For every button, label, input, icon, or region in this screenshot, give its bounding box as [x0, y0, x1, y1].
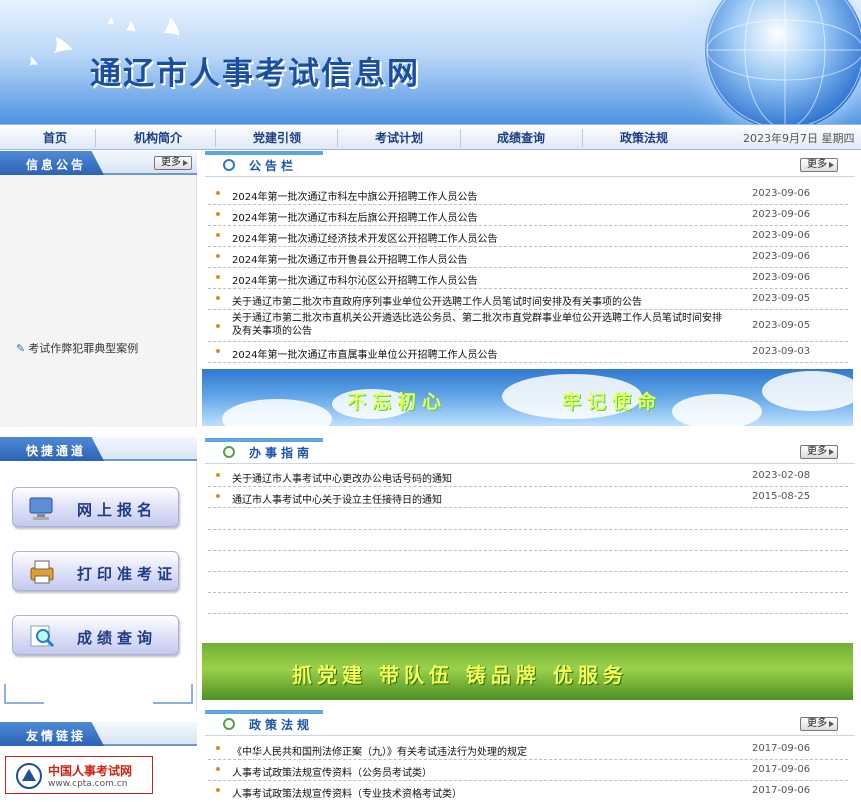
nav-separator [582, 129, 583, 147]
bulletin-row[interactable]: 2024年第一批次通辽经济技术开发区公开招聘工作人员公告 2023-09-06 [208, 226, 848, 247]
notice-header: 信息公告 更多 [0, 151, 197, 175]
notice-panel [0, 175, 197, 427]
nav-separator [337, 129, 338, 147]
guide-row[interactable]: 通辽市人事考试中心关于设立主任接待日的通知 2015-08-25 [208, 487, 848, 508]
pencil-icon: ✎ [16, 342, 26, 355]
empty-row [208, 550, 848, 551]
policy-title: 政策法规 [249, 718, 314, 732]
slogan-left: 不忘初心 [347, 391, 448, 413]
decor-corner [4, 684, 44, 704]
empty-row [208, 592, 848, 593]
bulletin-row[interactable]: 关于通辽市第二批次市直政府序列事业单位公开选聘工作人员笔试时间安排及有关事项的公… [208, 289, 848, 310]
bulletin-row[interactable]: 2024年第一批次通辽市科左中旗公开招聘工作人员公告 2023-09-06 [208, 184, 848, 205]
current-date: 2023年9月7日 星期四 [743, 132, 855, 145]
circle-icon [223, 446, 235, 458]
bulletin-row[interactable]: 2024年第一批次通辽市科左后旗公开招聘工作人员公告 2023-09-06 [208, 205, 848, 226]
decor-corner [153, 684, 193, 704]
links-header: 友情链接 [0, 722, 197, 746]
guide-row[interactable]: 关于通辽市人事考试中心更改办公电话号码的通知 2023-02-08 [208, 466, 848, 487]
circle-icon [223, 718, 235, 730]
nav-item-score-query[interactable]: 成绩查询 [497, 129, 545, 146]
cpta-link[interactable]: 中国人事考试网 www.cpta.com.cn [5, 756, 153, 794]
empty-row [208, 613, 848, 614]
policy-row[interactable]: 《中华人民共和国刑法修正案（九）》有关考试违法行为处理的规定 2017-09-06 [208, 739, 848, 760]
score-query-button[interactable]: 成绩查询 [12, 615, 179, 655]
nav-separator [460, 129, 461, 147]
bulletin-row[interactable]: 2024年第一批次通辽市科尔沁区公开招聘工作人员公告 2023-09-06 [208, 268, 848, 289]
guide-title: 办事指南 [249, 446, 314, 460]
quick-title: 快捷通道 [26, 444, 87, 458]
magnifier-icon [30, 625, 55, 648]
nav-item-about[interactable]: 机构简介 [134, 129, 182, 146]
cpta-url: www.cpta.com.cn [48, 779, 128, 789]
nav-item-policy[interactable]: 政策法规 [620, 129, 668, 146]
nav-separator [95, 129, 96, 147]
nav-item-home[interactable]: 首页 [43, 129, 67, 146]
cpta-logo-icon [16, 763, 42, 789]
site-banner: 通辽市人事考试信息网 [0, 0, 861, 124]
guide-header: 办事指南 更多 [205, 438, 855, 464]
nav-item-party[interactable]: 党建引领 [253, 129, 301, 146]
quick-header: 快捷通道 [0, 437, 197, 461]
computer-icon [29, 497, 53, 520]
guide-more-button[interactable]: 更多 [800, 445, 838, 459]
policy-row[interactable]: 人事考试政策法规宣传资料（公务员考试类） 2017-09-06 [208, 760, 848, 781]
empty-row [208, 529, 848, 530]
notice-title: 信息公告 [26, 158, 87, 172]
site-title: 通辽市人事考试信息网 [90, 56, 420, 92]
cpta-name: 中国人事考试网 [48, 764, 133, 778]
links-title: 友情链接 [26, 729, 87, 743]
notice-more-button[interactable]: 更多 [154, 156, 192, 170]
bulletin-title: 公告栏 [249, 159, 298, 173]
slogan-banner-sky: 不忘初心 牢记使命 [202, 369, 853, 426]
slogan-banner-grass: 抓党建 带队伍 铸品牌 优服务 [202, 643, 853, 700]
policy-more-button[interactable]: 更多 [800, 717, 838, 731]
bulletin-row[interactable]: 2024年第一批次通辽市直属事业单位公开招聘工作人员公告 2023-09-03 [208, 342, 848, 363]
online-register-button[interactable]: 网上报名 [12, 487, 179, 527]
printer-icon [30, 560, 54, 584]
slogan-right: 牢记使命 [562, 391, 663, 413]
main-nav: 首页 机构简介 党建引领 考试计划 成绩查询 政策法规 2023年9月7日 星期… [0, 124, 861, 150]
empty-row [208, 571, 848, 572]
policy-row[interactable]: 人事考试政策法规宣传资料（专业技术资格考试类） 2017-09-06 [208, 781, 848, 802]
print-admission-button[interactable]: 打印准考证 [12, 551, 179, 591]
nav-separator [215, 129, 216, 147]
globe-grid-icon [706, 0, 861, 124]
bulletin-more-button[interactable]: 更多 [800, 158, 838, 172]
slogan-service: 抓党建 带队伍 铸品牌 优服务 [292, 663, 628, 687]
notice-link[interactable]: ✎ 考试作弊犯罪典型案例 [16, 340, 138, 356]
circle-icon [223, 159, 235, 171]
bulletin-header: 公告栏 更多 [205, 151, 855, 177]
nav-item-exam-plan[interactable]: 考试计划 [375, 129, 423, 146]
policy-header: 政策法规 更多 [205, 710, 855, 736]
bulletin-row[interactable]: 关于通辽市第二批次市直机关公开遴选比选公务员、第二批次市直党群事业单位公开选聘工… [208, 310, 848, 342]
bulletin-row[interactable]: 2024年第一批次通辽市开鲁县公开招聘工作人员公告 2023-09-06 [208, 247, 848, 268]
